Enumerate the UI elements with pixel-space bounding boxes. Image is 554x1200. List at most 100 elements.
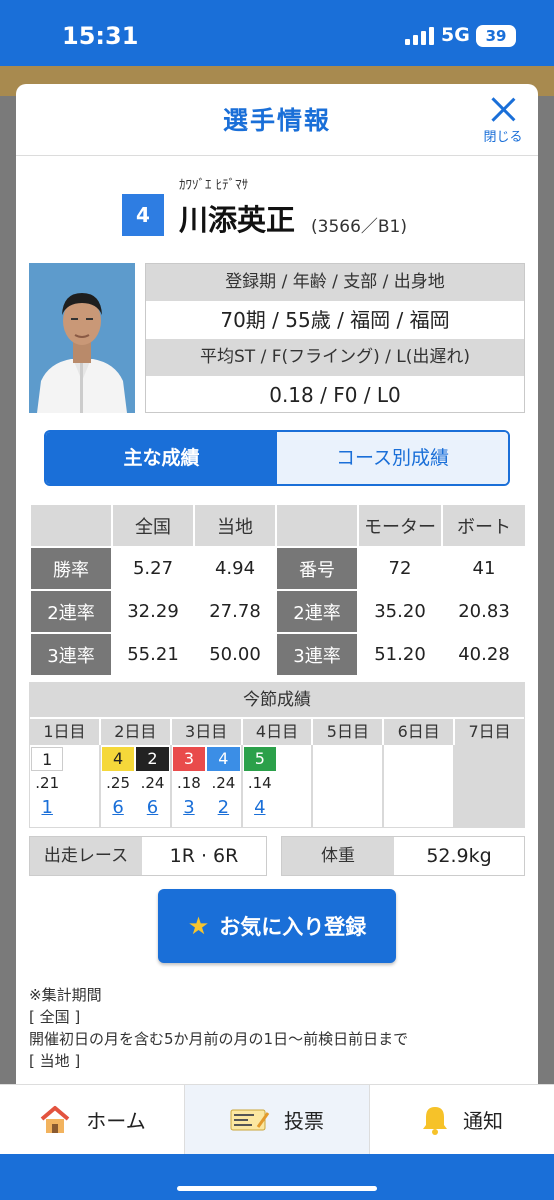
table-row: 勝率 5.27 4.94 番号 72 41 [29,546,527,591]
day-column-7 [455,745,525,827]
weight-value: 52.9kg [426,845,492,867]
profile-header-1: 登録期 / 年齢 / 支部 / 出身地 [146,264,524,301]
player-name: 川添英正 [179,203,296,237]
race-empty [277,745,311,827]
stats-motor: 72 [357,546,443,591]
race-result: 1 .21 1 [30,745,64,827]
finish-rank-link[interactable]: 3 [172,795,206,823]
favorite-button[interactable]: ★ お気に入り登録 [158,889,396,963]
note-line: [ 当地 ] [29,1052,81,1070]
race-result: 4 .24 2 [206,745,240,827]
stats-local: 4.94 [193,546,277,591]
finish-rank-link[interactable]: 1 [30,795,64,823]
ticket-icon [230,1109,270,1130]
day-label: 7日目 [455,717,525,745]
nav-vote-label: 投票 [284,1109,324,1133]
stats-head-national: 全国 [111,503,195,548]
tab-course-record[interactable]: コース別成績 [277,432,508,484]
stats-motor: 35.20 [357,589,443,634]
modal-header: 選手情報 閉じる [16,84,538,156]
stats-local: 27.78 [193,589,277,634]
nav-notify[interactable]: 通知 [370,1085,554,1154]
stats-corner [29,503,113,548]
season-day-columns: 1 .21 1 4 .25 6 2 .24 6 3 .18 3 4 .24 2 … [30,745,525,827]
nav-home[interactable]: ホーム [0,1085,185,1154]
player-registration: (3566／B1) [311,217,408,237]
day-label: 1日目 [30,717,101,745]
star-icon: ★ [187,912,210,940]
start-timing: .25 [106,774,130,792]
stats-head-local: 当地 [193,503,277,548]
frame-number: 2 [136,747,169,771]
season-title: 今節成績 [30,683,524,717]
tab-main-record[interactable]: 主な成績 [46,432,277,484]
nav-vote[interactable]: 投票 [185,1085,370,1154]
note-line: 開催初日の月を含む5か月前の月の1日〜前検日前日まで [29,1030,409,1048]
stats-national: 32.29 [111,589,195,634]
start-timing: .14 [247,774,272,792]
day-label: 3日目 [171,717,243,745]
weight-label: 体重 [282,837,394,875]
status-bar: 15:31 5G 39 [0,0,554,66]
finish-rank-link[interactable]: 4 [243,795,277,823]
finish-rank-link[interactable]: 6 [135,795,169,823]
race-result: 4 .25 6 [101,745,135,827]
record-tabs: 主な成績 コース別成績 [44,430,510,486]
table-row: 2連率 32.29 27.78 2連率 35.20 20.83 [29,589,527,634]
stats-national: 5.27 [111,546,195,591]
modal-title: 選手情報 [222,106,331,135]
lane-badge: 4 [122,194,164,236]
race-result: 5 .14 4 [243,745,277,827]
signal-icon [405,27,434,45]
table-row: 3連率 55.21 50.00 3連率 51.20 40.28 [29,632,527,677]
stats-motor-label: 番号 [275,546,359,591]
day-column-1: 1 .21 1 [30,745,101,827]
day-label: 5日目 [313,717,385,745]
player-kana: ｶﾜｿﾞｴ ﾋﾃﾞﾏｻ [179,178,249,193]
bottom-bar [0,1154,554,1200]
race-result: 2 .24 6 [135,745,169,827]
day-label: 4日目 [242,717,314,745]
frame-number: 5 [243,747,277,771]
stats-national: 55.21 [111,632,195,677]
close-icon [490,96,516,122]
entries-label: 出走レース [30,837,142,875]
day-column-6 [384,745,456,827]
start-timing: .18 [177,774,201,792]
note-line: [ 全国 ] [29,1008,81,1026]
frame-number: 4 [207,747,240,771]
start-timing: .21 [35,774,60,792]
close-button[interactable]: 閉じる [474,92,532,148]
frame-number: 3 [172,747,206,771]
close-label: 閉じる [483,130,523,145]
stats-row-label: 3連率 [29,632,113,677]
finish-rank-link[interactable]: 6 [101,795,135,823]
profile-value-2: 0.18 / F0 / L0 [269,383,401,407]
nav-notify-label: 通知 [463,1109,503,1133]
season-days-header: 1日目 2日目 3日目 4日目 5日目 6日目 7日目 [30,717,525,745]
aggregation-note: ※集計期間 [ 全国 ] 開催初日の月を含む5か月前の月の1日〜前検日前日まで … [29,984,529,1072]
frame-number: 1 [31,747,64,771]
favorite-label: お気に入り登録 [219,915,367,939]
stats-head-motor: モーター [357,503,443,548]
stats-boat: 20.83 [441,589,527,634]
player-photo [29,263,135,413]
stats-motor-label: 2連率 [275,589,359,634]
status-time: 15:31 [62,22,139,50]
stats-boat: 41 [441,546,527,591]
entries-value: 1R · 6R [169,845,239,867]
finish-rank-link[interactable]: 2 [206,795,240,823]
profile-header-2: 平均ST / F(フライング) / L(出遅れ) [146,339,524,376]
stats-motor: 51.20 [357,632,443,677]
player-info-modal: 選手情報 閉じる ｶﾜｿﾞｴ ﾋﾃﾞﾏｻ 4 川添英正 (3566／B1) 登録… [16,84,538,1084]
frame-number: 4 [101,747,135,771]
profile-table: 登録期 / 年齢 / 支部 / 出身地 70期 / 55歳 / 福岡 / 福岡 … [145,263,525,413]
home-icon [41,1105,70,1133]
weight-box: 体重 52.9kg [281,836,525,876]
day-column-2: 4 .25 6 2 .24 6 [101,745,172,827]
day-column-5 [313,745,385,827]
stats-boat: 40.28 [441,632,527,677]
bottom-nav: ホーム 投票 通知 [0,1084,554,1154]
stats-motor-label: 3連率 [275,632,359,677]
note-line: ※集計期間 [29,986,102,1004]
